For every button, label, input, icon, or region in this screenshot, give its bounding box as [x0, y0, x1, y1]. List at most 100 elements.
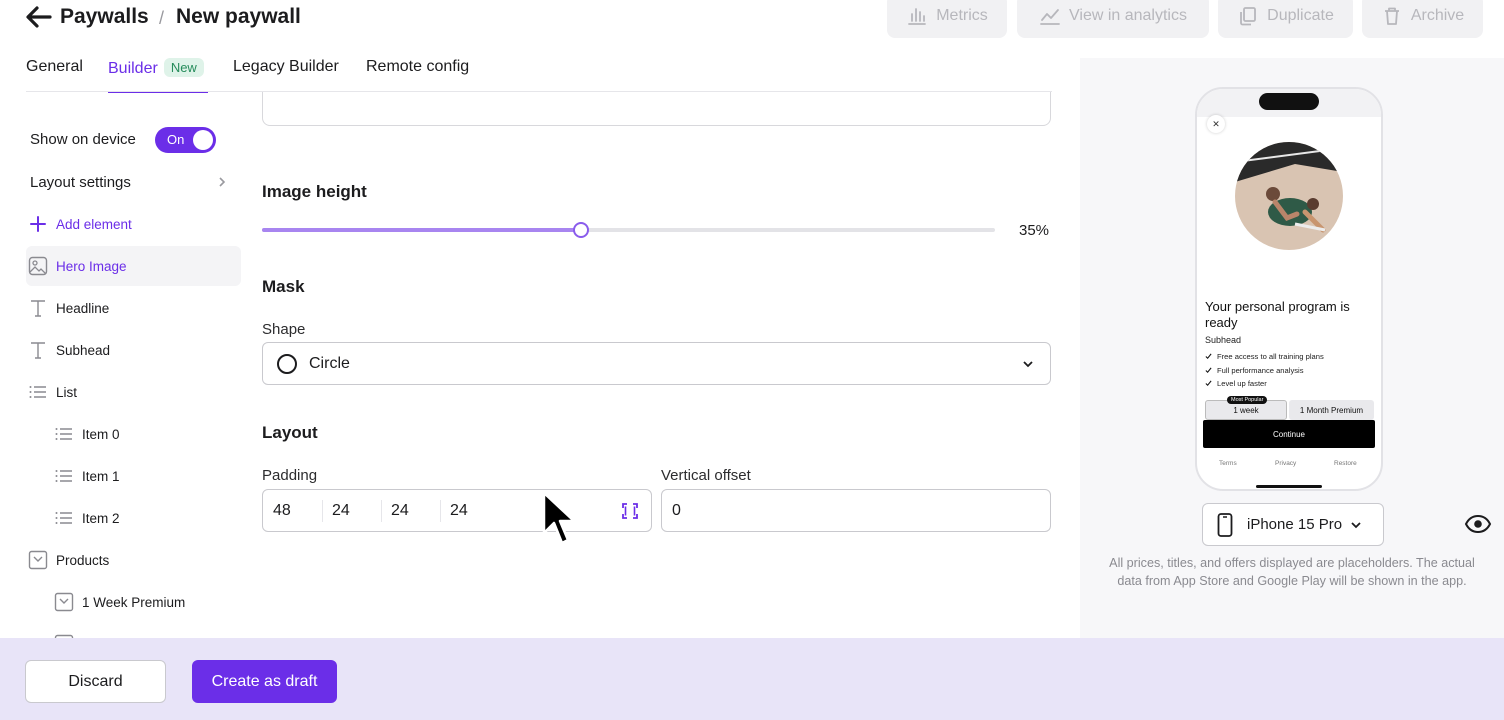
element-sidebar: Show on device On Layout settings Add el…: [0, 110, 245, 638]
padding-left-input[interactable]: 24: [450, 502, 468, 520]
tree-item-products[interactable]: Products: [28, 540, 109, 580]
hero-image-label: Hero Image: [56, 258, 127, 274]
preview-list: Free access to all training plans Full p…: [1205, 350, 1324, 391]
tree-item-item-2[interactable]: Item 2: [54, 498, 120, 538]
preview-popular-badge: Most Popular: [1227, 396, 1268, 404]
preview-list-text: Free access to all training plans: [1217, 352, 1324, 362]
tab-legacy-builder[interactable]: Legacy Builder: [233, 58, 366, 92]
tree-item-list[interactable]: List: [28, 372, 77, 412]
image-icon: [28, 256, 48, 276]
view-in-analytics-button[interactable]: View in analytics: [1017, 0, 1209, 38]
headline-label: Headline: [56, 300, 110, 316]
duplicate-button[interactable]: Duplicate: [1218, 0, 1353, 38]
padding-divider: [440, 500, 441, 522]
footer-bar: Discard Create as draft: [0, 638, 1504, 720]
circle-shape-icon: [277, 353, 297, 374]
preview-list-item: Level up faster: [1205, 377, 1324, 391]
add-element-label: Add element: [56, 216, 132, 232]
tab-remote-config[interactable]: Remote config: [366, 58, 469, 92]
device-select[interactable]: iPhone 15 Pro: [1202, 503, 1384, 546]
text-icon: [31, 300, 45, 317]
tree-item-subhead[interactable]: Subhead: [28, 330, 110, 370]
padding-bottom-input[interactable]: 24: [391, 502, 409, 520]
duplicate-label: Duplicate: [1267, 7, 1334, 24]
subhead-label: Subhead: [56, 342, 111, 358]
slider-thumb[interactable]: [572, 222, 589, 238]
tree-item-hero-image[interactable]: Hero Image: [26, 246, 241, 286]
chevron-down-icon: [1023, 361, 1033, 368]
duplicate-icon: [1240, 7, 1257, 26]
preview-list-item: Full performance analysis: [1205, 364, 1324, 378]
slider-fill: [262, 228, 581, 232]
mask-title: Mask: [262, 277, 305, 296]
trash-icon: [1384, 7, 1399, 25]
padding-sides-icon[interactable]: [621, 502, 639, 520]
image-height-title: Image height: [262, 182, 367, 201]
phone-icon: [1217, 512, 1233, 537]
show-on-device-toggle[interactable]: On: [155, 127, 216, 153]
item-1-label: Item 1: [82, 468, 120, 484]
image-height-slider[interactable]: [262, 222, 995, 238]
archive-button[interactable]: Archive: [1362, 0, 1483, 38]
toggle-knob: [193, 130, 213, 150]
placeholder-disclaimer: All prices, titles, and offers displayed…: [1109, 556, 1475, 588]
padding-input-group: 48 24 24 24: [262, 489, 652, 532]
metrics-button[interactable]: Metrics: [887, 0, 1007, 38]
bar-chart-icon: [908, 8, 927, 25]
tree-item-headline[interactable]: Headline: [28, 288, 109, 328]
page-header: Paywalls / New paywall Metrics View in a…: [0, 0, 1504, 40]
tab-builder-label: Builder: [108, 60, 158, 77]
tab-general[interactable]: General: [26, 58, 108, 92]
tab-general-label: General: [26, 58, 83, 75]
shape-label: Shape: [262, 321, 306, 338]
shape-value: Circle: [309, 354, 350, 372]
tree-item-week-premium[interactable]: 1 Week Premium: [54, 582, 185, 622]
page-title: New paywall: [176, 5, 301, 28]
layout-settings-item[interactable]: Layout settings: [30, 174, 131, 191]
vertical-offset-label: Vertical offset: [661, 467, 751, 484]
add-element-button[interactable]: Add element: [28, 204, 228, 244]
home-indicator: [1256, 485, 1322, 488]
line-chart-icon: [1040, 9, 1060, 25]
property-editor: Image height 35% Mask Shape Circle Layou…: [245, 92, 1080, 638]
analytics-label: View in analytics: [1069, 7, 1187, 24]
list-icon: [55, 470, 72, 482]
close-icon: ✕: [1207, 115, 1225, 133]
shape-select[interactable]: Circle: [262, 342, 1051, 385]
padding-top-input[interactable]: 48: [273, 502, 291, 520]
tree-item-partial: [54, 624, 74, 638]
breadcrumb-separator: /: [159, 8, 165, 28]
tree-item-item-1[interactable]: Item 1: [54, 456, 120, 496]
scrolled-input-field[interactable]: [262, 92, 1051, 126]
phone-preview: ✕ Your personal program is ready Subhead…: [1195, 87, 1383, 491]
preview-list-text: Full performance analysis: [1217, 365, 1304, 375]
preview-headline: Your personal program is ready: [1205, 299, 1350, 330]
breadcrumb-paywalls[interactable]: Paywalls: [60, 5, 149, 29]
show-on-device-label: Show on device: [30, 131, 136, 148]
tree-item-item-0[interactable]: Item 0: [54, 414, 120, 454]
eye-icon[interactable]: [1464, 514, 1492, 534]
tab-builder[interactable]: Builder New: [108, 58, 208, 93]
vertical-offset-input[interactable]: 0: [661, 489, 1051, 532]
create-as-draft-button[interactable]: Create as draft: [192, 660, 337, 703]
preview-panel: ✕ Your personal program is ready Subhead…: [1080, 58, 1504, 638]
tab-bar: General Builder New Legacy Builder Remote…: [26, 58, 469, 93]
padding-right-input[interactable]: 24: [332, 502, 350, 520]
discard-button[interactable]: Discard: [25, 660, 166, 703]
list-icon: [55, 512, 72, 524]
list-icon: [29, 386, 46, 398]
back-arrow-icon[interactable]: [24, 5, 52, 29]
dynamic-island: [1259, 93, 1319, 110]
list-label: List: [56, 384, 78, 400]
toggle-label: On: [167, 132, 185, 147]
device-value: iPhone 15 Pro: [1247, 516, 1343, 533]
mouse-cursor-icon: [542, 491, 574, 545]
check-icon: [1205, 367, 1212, 373]
chevron-right-icon: [219, 177, 226, 187]
preview-terms: Terms: [1219, 460, 1237, 467]
products-icon: [28, 550, 48, 570]
image-height-value: 35%: [1019, 222, 1050, 239]
preview-list-item: Free access to all training plans: [1205, 350, 1324, 364]
preview-continue-button: Continue: [1203, 420, 1375, 448]
tab-remote-label: Remote config: [366, 58, 470, 75]
